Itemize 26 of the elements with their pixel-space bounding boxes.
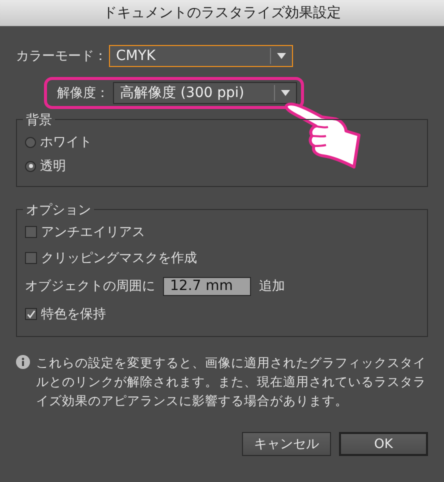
info-icon [16, 355, 30, 369]
resolution-label: 解像度： [57, 85, 109, 102]
padding-label: オブジェクトの周囲に [25, 278, 155, 295]
group-title: オプション [23, 201, 94, 219]
checkbox[interactable] [25, 308, 37, 320]
checkbox[interactable] [25, 226, 37, 238]
color-mode-dropdown[interactable]: CMYK [109, 45, 293, 67]
cancel-button[interactable]: キャンセル [242, 432, 331, 456]
window-title: ドキュメントのラスタライズ効果設定 [103, 4, 341, 22]
padding-input[interactable]: 12.7 mm [163, 276, 251, 296]
radio-label: 透明 [40, 158, 66, 175]
info-text: これらの設定を変更すると、画像に適用されたグラフィックスタイルとのリンクが解除されます。また、現在適用されているラスタライズ効果のアピアランスに影響する場合があります。 [36, 354, 427, 410]
radio-label: ホワイト [40, 134, 92, 151]
group-title: 背景 [23, 111, 55, 129]
caret-icon [277, 53, 286, 59]
resolution-dropdown[interactable]: 高解像度 (300 ppi) [113, 82, 297, 104]
padding-suffix: 追加 [259, 278, 285, 295]
checkbox-label: アンチエイリアス [41, 224, 145, 241]
radio-button[interactable] [25, 136, 36, 148]
ok-button[interactable]: OK [339, 432, 428, 456]
checkbox[interactable] [25, 252, 37, 264]
radio-button[interactable] [25, 160, 36, 172]
caret-icon [281, 90, 290, 96]
checkbox-label: 特色を保持 [41, 306, 106, 323]
checkbox-label: クリッピングマスクを作成 [41, 250, 197, 267]
color-mode-label: カラーモード： [16, 48, 107, 65]
